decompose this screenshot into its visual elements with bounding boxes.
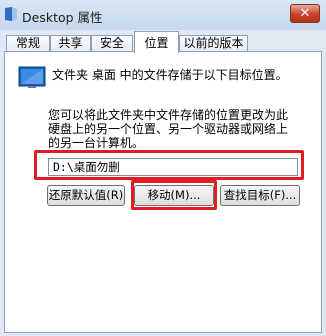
tab-general[interactable]: 常规 (6, 35, 50, 52)
close-icon: ✕ (299, 6, 311, 21)
move-button[interactable]: 移动(M)... (134, 185, 214, 206)
title-bar[interactable]: Desktop 属性 ✕ (0, 0, 326, 30)
desktop-folder-icon (18, 66, 46, 88)
window-title: Desktop 属性 (22, 10, 103, 25)
find-target-button[interactable]: 查找目标(F)... (220, 185, 300, 206)
tab-sharing[interactable]: 共享 (50, 35, 91, 52)
folder-path-input[interactable] (48, 158, 298, 176)
location-description: 文件夹 桌面 中的文件存储于以下目标位置。 (52, 68, 288, 82)
tab-strip: 常规 共享 安全 位置 以前的版本 (0, 30, 326, 53)
close-button[interactable]: ✕ (290, 4, 320, 23)
change-location-hint: 您可以将此文件夹中文件存储的位置更改为此硬盘上的另一个位置、另一个驱动器或网络上… (48, 108, 289, 150)
tab-previous-versions[interactable]: 以前的版本 (179, 35, 248, 52)
folder-title-icon (5, 7, 17, 21)
properties-window: Desktop 属性 ✕ 常规 共享 安全 位置 以前的版本 文件夹 桌面 中的… (0, 0, 326, 336)
tab-location[interactable]: 位置 (134, 31, 179, 53)
tab-security[interactable]: 安全 (91, 35, 133, 52)
restore-default-button[interactable]: 还原默认值(R) (47, 185, 125, 206)
